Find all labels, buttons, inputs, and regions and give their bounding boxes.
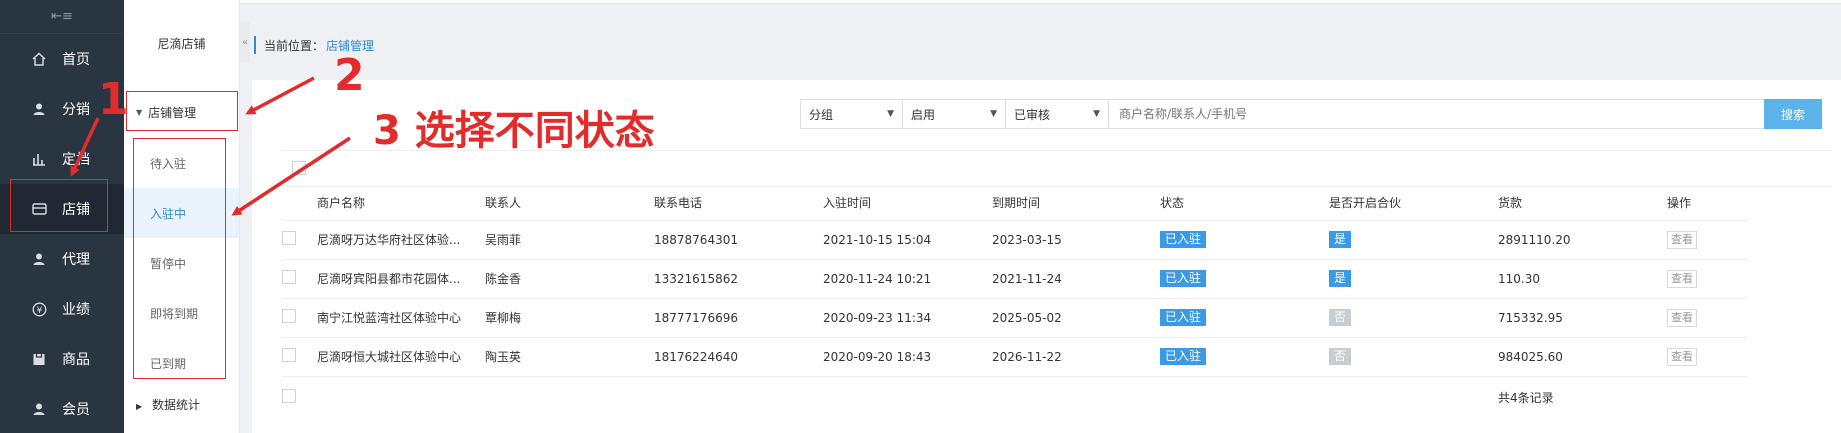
arrow-to-status-list (231, 136, 351, 216)
annotation-arrows (70, 76, 351, 216)
arrow-to-store-management (245, 76, 315, 115)
arrow-to-store (70, 117, 100, 177)
